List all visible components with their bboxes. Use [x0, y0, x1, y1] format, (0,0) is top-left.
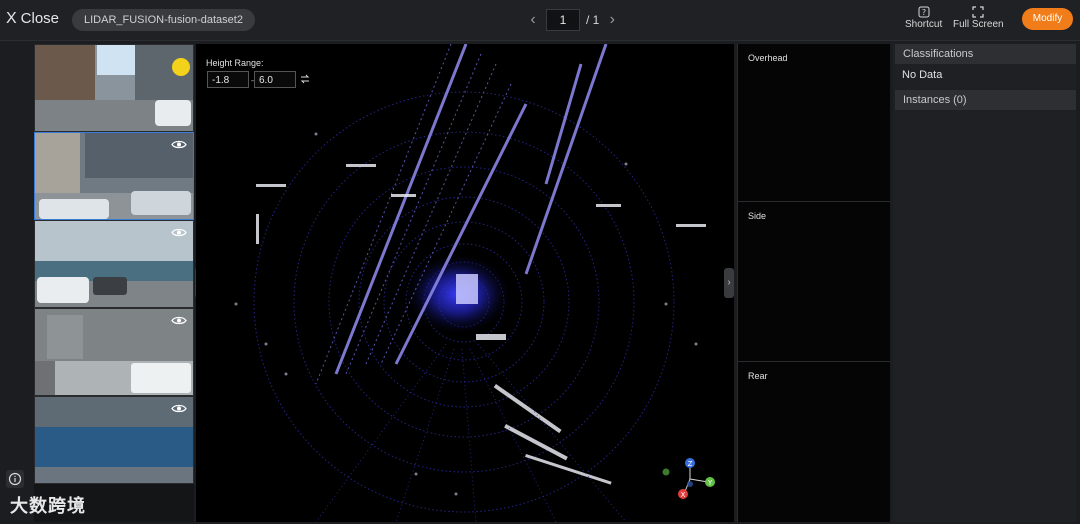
close-button[interactable]: X Close	[6, 10, 59, 28]
shortcut-button[interactable]: ? Shortcut	[905, 6, 942, 30]
side-views-panel: Overhead Side Rear	[737, 44, 890, 522]
height-range-label: Height Range:	[206, 58, 264, 68]
camera-thumbnail[interactable]	[34, 308, 194, 396]
point-cloud-viewer[interactable]: Height Range: -1.8 – 6.0 Z Y X	[196, 44, 734, 522]
fullscreen-label: Full Screen	[953, 19, 1004, 30]
chevron-right-icon[interactable]: ›	[724, 268, 734, 298]
eye-icon[interactable]	[171, 227, 187, 238]
svg-text:?: ?	[922, 8, 926, 17]
z-axis-label: Z	[688, 460, 693, 468]
side-view-label: Side	[748, 211, 767, 221]
chevron-left-icon[interactable]: ‹	[526, 11, 540, 29]
camera-thumbnail[interactable]	[34, 396, 194, 484]
point-cloud-canvas	[234, 44, 706, 522]
dataset-name-badge: LIDAR_FUSION-fusion-dataset2	[72, 9, 255, 31]
eye-icon[interactable]	[171, 315, 187, 326]
axis-gizmo[interactable]: Z Y X	[658, 454, 718, 504]
frame-number-input[interactable]	[546, 9, 580, 31]
height-max-input[interactable]: 6.0	[254, 71, 296, 88]
fullscreen-button[interactable]: Full Screen	[953, 6, 1004, 30]
info-icon[interactable]	[6, 470, 24, 488]
x-axis-label: X	[681, 491, 686, 499]
classifications-header[interactable]: Classifications	[895, 44, 1076, 64]
overhead-view-label: Overhead	[748, 53, 788, 63]
axis-dot-icon	[687, 481, 693, 487]
fullscreen-icon	[972, 6, 984, 18]
camera-image	[35, 45, 193, 131]
height-min-input[interactable]: -1.8	[207, 71, 249, 88]
frame-pager: ‹ / 1 ›	[526, 8, 619, 32]
axis-dot-icon	[662, 468, 670, 476]
eye-icon[interactable]	[171, 139, 187, 150]
help-icon: ?	[918, 6, 930, 18]
modify-button[interactable]: Modify	[1022, 8, 1073, 30]
frame-total: / 1	[586, 13, 600, 27]
camera-thumbnail-strip	[34, 44, 194, 522]
close-icon: X	[6, 10, 17, 27]
watermark: 大数跨境	[10, 496, 86, 516]
annotation-panel: Classifications No Data Instances (0)	[893, 44, 1076, 522]
top-bar: XClose LIDAR_FUSION-fusion-dataset2 ‹ / …	[0, 0, 1080, 41]
shortcut-label: Shortcut	[905, 19, 943, 30]
close-label: Close	[20, 10, 60, 27]
eye-icon[interactable]	[171, 403, 187, 414]
rear-view[interactable]: Rear	[738, 362, 890, 522]
camera-thumbnail[interactable]	[34, 44, 194, 132]
info-glyph	[8, 472, 22, 486]
rear-view-label: Rear	[748, 371, 768, 381]
side-view[interactable]: Side	[738, 202, 890, 362]
camera-thumbnail[interactable]	[34, 132, 194, 220]
y-axis-label: Y	[707, 479, 713, 487]
instances-header[interactable]: Instances (0)	[895, 90, 1076, 110]
classifications-empty: No Data	[902, 69, 943, 81]
camera-thumbnail[interactable]	[34, 220, 194, 308]
overhead-view[interactable]: Overhead	[738, 44, 890, 202]
chevron-right-icon[interactable]: ›	[605, 11, 619, 29]
swap-icon[interactable]	[300, 74, 310, 84]
